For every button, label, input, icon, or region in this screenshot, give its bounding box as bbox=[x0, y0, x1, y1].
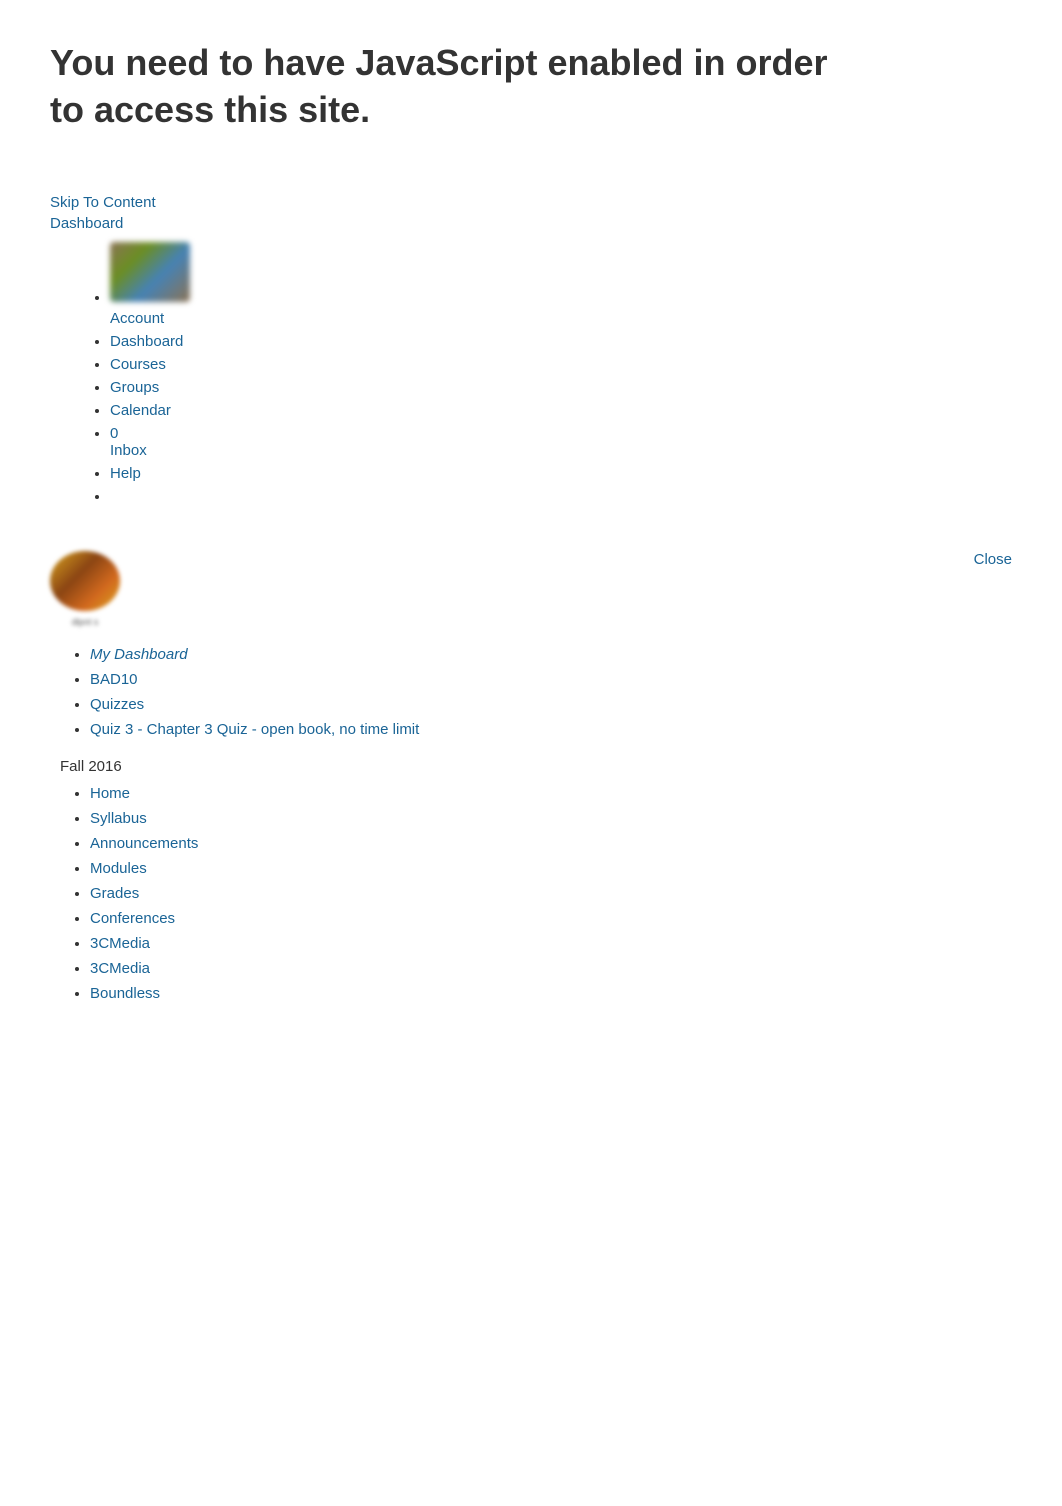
avatar-image bbox=[110, 242, 190, 302]
panel-avatar bbox=[50, 551, 120, 611]
course-conferences-link[interactable]: Conferences bbox=[90, 910, 175, 927]
course-nav-syllabus: Syllabus bbox=[90, 810, 1012, 827]
course-nav-list: Home Syllabus Announcements Modules Grad… bbox=[50, 785, 1012, 1002]
inbox-count-link[interactable]: 0 bbox=[110, 425, 118, 442]
panel-quiz3-link[interactable]: Quiz 3 - Chapter 3 Quiz - open book, no … bbox=[90, 721, 419, 738]
groups-nav-link[interactable]: Groups bbox=[110, 379, 159, 396]
course-nav-home: Home bbox=[90, 785, 1012, 802]
course-nav-boundless: Boundless bbox=[90, 985, 1012, 1002]
calendar-nav-link[interactable]: Calendar bbox=[110, 402, 171, 419]
course-announcements-link[interactable]: Announcements bbox=[90, 835, 198, 852]
account-link[interactable]: Account bbox=[110, 310, 1012, 327]
course-nav-announcements: Announcements bbox=[90, 835, 1012, 852]
nav-item-courses: Courses bbox=[110, 356, 1012, 373]
help-nav-link[interactable]: Help bbox=[110, 465, 141, 482]
course-boundless-link[interactable]: Boundless bbox=[90, 985, 160, 1002]
skip-to-content-link[interactable]: Skip To Content bbox=[50, 194, 1012, 211]
nav-item-help: Help bbox=[110, 465, 1012, 482]
panel-section: Close My Dashboard BAD10 Quizzes Quiz 3 … bbox=[0, 531, 1062, 1030]
course-modules-link[interactable]: Modules bbox=[90, 860, 147, 877]
semester-label: Fall 2016 bbox=[50, 758, 1012, 775]
course-3cmedia2-link[interactable]: 3CMedia bbox=[90, 960, 150, 977]
course-nav-conferences: Conferences bbox=[90, 910, 1012, 927]
panel-quizzes-link[interactable]: Quizzes bbox=[90, 696, 144, 713]
dashboard-nav-link[interactable]: Dashboard bbox=[110, 333, 183, 350]
nav-item-dashboard: Dashboard bbox=[110, 333, 1012, 350]
nav-item-groups: Groups bbox=[110, 379, 1012, 396]
course-nav-modules: Modules bbox=[90, 860, 1012, 877]
course-3cmedia1-link[interactable]: 3CMedia bbox=[90, 935, 150, 952]
panel-item-dashboard: My Dashboard bbox=[90, 646, 1012, 663]
nav-item-calendar: Calendar bbox=[110, 402, 1012, 419]
course-nav-3cmedia-2: 3CMedia bbox=[90, 960, 1012, 977]
course-home-link[interactable]: Home bbox=[90, 785, 130, 802]
panel-bad10-link[interactable]: BAD10 bbox=[90, 671, 138, 688]
close-button[interactable]: Close bbox=[974, 551, 1012, 568]
nav-links: Skip To Content Dashboard bbox=[50, 194, 1012, 232]
dashboard-link[interactable]: Dashboard bbox=[50, 215, 1012, 232]
page-heading: You need to have JavaScript enabled in o… bbox=[0, 0, 900, 164]
course-syllabus-link[interactable]: Syllabus bbox=[90, 810, 147, 827]
nav-item-inbox: 0 Inbox bbox=[110, 425, 1012, 459]
panel-item-bad10: BAD10 bbox=[90, 671, 1012, 688]
inbox-nav-link[interactable]: Inbox bbox=[110, 442, 147, 459]
courses-nav-link[interactable]: Courses bbox=[110, 356, 166, 373]
main-nav-list: Account Dashboard Courses Groups Calenda… bbox=[50, 242, 1012, 505]
panel-avatar-wrapper bbox=[50, 551, 1012, 616]
course-nav-3cmedia-1: 3CMedia bbox=[90, 935, 1012, 952]
navigation-section: Skip To Content Dashboard Account Dashbo… bbox=[0, 164, 1062, 531]
panel-dashboard-link[interactable]: My Dashboard bbox=[90, 646, 188, 663]
course-grades-link[interactable]: Grades bbox=[90, 885, 139, 902]
panel-item-quiz3: Quiz 3 - Chapter 3 Quiz - open book, no … bbox=[90, 721, 1012, 738]
avatar-list-item: Account bbox=[110, 242, 1012, 327]
panel-item-quizzes: Quizzes bbox=[90, 696, 1012, 713]
course-nav-grades: Grades bbox=[90, 885, 1012, 902]
panel-menu-list: My Dashboard BAD10 Quizzes Quiz 3 - Chap… bbox=[50, 646, 1012, 738]
nav-item-empty bbox=[110, 488, 1012, 505]
